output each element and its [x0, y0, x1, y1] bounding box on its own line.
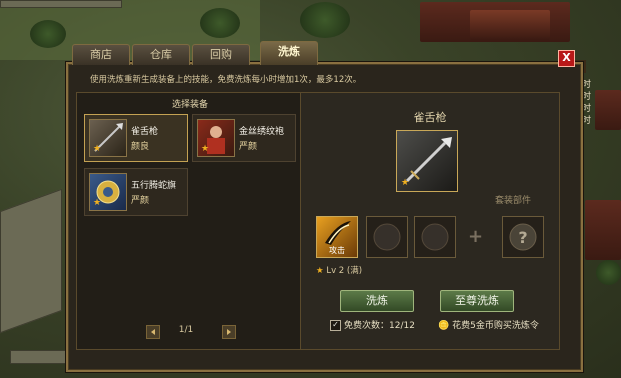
arrow-left-icon	[151, 329, 155, 335]
skill-level: ★ Lv 2 (满)	[316, 264, 362, 276]
gold-icon: 🪙	[438, 321, 450, 331]
skill-slot-empty	[366, 216, 408, 258]
free-count: ✓ 免费次数：12/12	[330, 318, 415, 331]
equipment-name: 雀舌枪	[131, 127, 159, 137]
cost-text[interactable]: 花费5金币购买洗炼令	[452, 321, 539, 331]
plus-icon: +	[468, 226, 484, 247]
skill-slot-attack[interactable]: 攻击	[316, 216, 358, 258]
supreme-refine-button[interactable]: 至尊洗炼	[440, 290, 514, 312]
selected-item-name: 雀舌枪	[413, 111, 447, 124]
equipment-quality: 严颜	[239, 142, 258, 152]
equipment-card[interactable]: ★ 五行腾蛇旗 严颜	[84, 168, 188, 216]
star-icon: ★	[401, 178, 410, 188]
page-indicator: 1/1	[178, 325, 194, 335]
star-icon: ★	[93, 198, 102, 208]
equipment-name: 金丝绣纹袍	[239, 127, 285, 137]
tab-buyback[interactable]: 回购	[192, 44, 250, 65]
equipment-quality: 颜良	[131, 142, 150, 152]
equipment-card[interactable]: ★ 金丝绣纹袍 严颜	[192, 114, 296, 162]
cost-info: 🪙 花费5金币购买洗炼令	[438, 318, 539, 331]
slash-icon	[325, 221, 351, 245]
arrow-right-icon	[227, 329, 231, 335]
locked-slot-icon	[373, 223, 401, 251]
star-icon: ★	[93, 144, 102, 154]
equipment-card[interactable]: ★ 雀舌枪 颜良	[84, 114, 188, 162]
equipment-name: 五行腾蛇旗	[131, 181, 177, 191]
robe-icon: ★	[197, 119, 235, 157]
prev-page-button[interactable]	[146, 325, 160, 339]
locked-slot-icon	[421, 223, 449, 251]
skill-label: 攻击	[329, 246, 345, 255]
free-checkbox[interactable]: ✓	[330, 320, 341, 331]
pagination: 1/1	[146, 325, 236, 339]
flag-icon: ★	[89, 173, 127, 211]
select-equipment-title: 选择装备	[171, 100, 208, 110]
tab-shop[interactable]: 商店	[72, 44, 130, 65]
skill-slot-unknown: ?	[502, 216, 544, 258]
star-icon: ★	[316, 266, 324, 276]
spear-icon: ★	[89, 119, 127, 157]
star-icon: ★	[201, 144, 210, 154]
next-page-button[interactable]	[222, 325, 236, 339]
skill-slot-empty	[414, 216, 456, 258]
tab-warehouse[interactable]: 仓库	[132, 44, 190, 65]
skill-level-text: Lv 2 (满)	[326, 266, 363, 276]
suit-part-label: 套装部件	[495, 196, 532, 206]
tab-refine[interactable]: 洗炼	[260, 41, 318, 65]
selected-item-slot: ★	[396, 130, 458, 192]
refine-button[interactable]: 洗炼	[340, 290, 414, 312]
close-button[interactable]: X	[558, 50, 575, 67]
equipment-quality: 严颜	[131, 196, 150, 206]
free-count-text: 免费次数：12/12	[344, 321, 415, 331]
refine-info-text: 使用洗炼重新生成装备上的技能，免费洗炼每小时增加1次，最多12次。	[90, 75, 362, 85]
